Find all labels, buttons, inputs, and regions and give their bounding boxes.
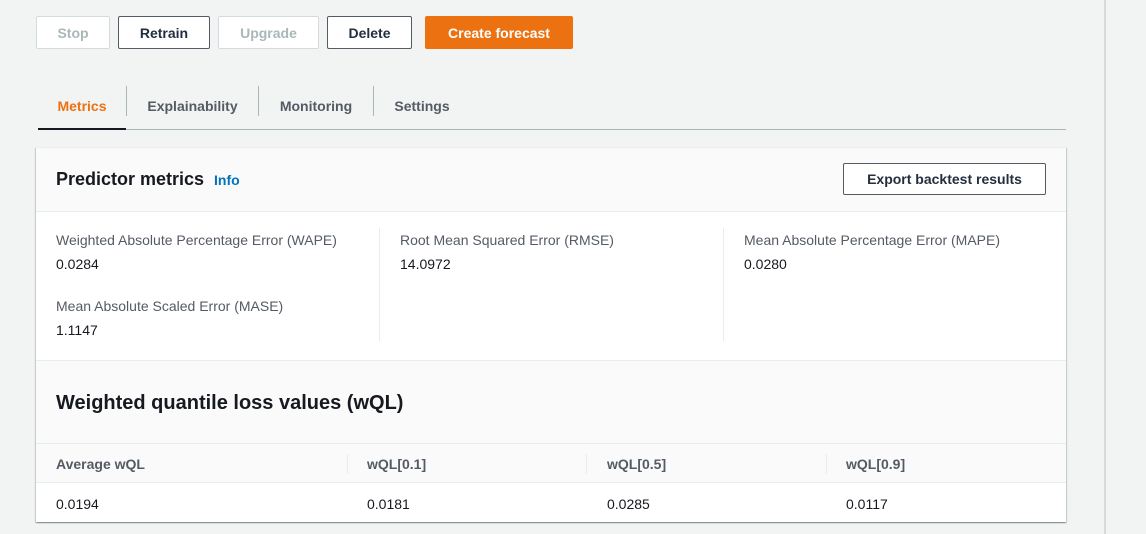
create-forecast-button[interactable]: Create forecast — [425, 16, 573, 49]
tab-monitoring[interactable]: Monitoring — [259, 82, 373, 129]
metric-column-divider — [723, 228, 724, 341]
stop-button[interactable]: Stop — [36, 16, 110, 49]
wql-section: Weighted quantile loss values (wQL) Aver… — [36, 360, 1066, 523]
rmse-label: Root Mean Squared Error (RMSE) — [400, 232, 614, 248]
column-divider — [586, 454, 587, 474]
column-divider — [347, 454, 348, 474]
wql-title: Weighted quantile loss values (wQL) — [56, 392, 404, 414]
mape-label: Mean Absolute Percentage Error (MAPE) — [744, 232, 1001, 248]
delete-button[interactable]: Delete — [327, 16, 412, 49]
tab-settings[interactable]: Settings — [374, 82, 470, 129]
wql-table-header: Average wQL wQL[0.1] wQL[0.5] wQL[0.9] — [36, 443, 1066, 483]
table-cell: 0.0181 — [367, 495, 410, 512]
mase-label: Mean Absolute Scaled Error (MASE) — [56, 298, 284, 314]
tab-metrics[interactable]: Metrics — [38, 82, 126, 130]
rmse-value: 14.0972 — [400, 256, 451, 272]
page-edge-divider — [1104, 0, 1106, 534]
mape-value: 0.0280 — [744, 256, 787, 272]
retrain-button[interactable]: Retrain — [118, 16, 210, 49]
predictor-tabs: Metrics Explainability Monitoring Settin… — [38, 82, 1066, 130]
wql-column-header: Average wQL — [56, 455, 145, 472]
panel-header: Predictor metrics Info Export backtest r… — [36, 148, 1066, 212]
metric-column-divider — [379, 228, 380, 341]
table-cell: 0.0117 — [846, 495, 888, 512]
panel-title: Predictor metrics — [56, 169, 205, 189]
wql-column-header: wQL[0.9] — [846, 455, 906, 472]
table-cell: 0.0285 — [607, 495, 650, 512]
info-link[interactable]: Info — [214, 172, 240, 188]
wape-value: 0.0284 — [56, 256, 99, 272]
wql-header: Weighted quantile loss values (wQL) — [36, 361, 1066, 443]
predictor-metrics-panel: Predictor metrics Info Export backtest r… — [36, 147, 1066, 522]
wql-column-header: wQL[0.5] — [607, 455, 667, 472]
wape-label: Weighted Absolute Percentage Error (WAPE… — [56, 232, 337, 248]
wql-column-header: wQL[0.1] — [367, 455, 427, 472]
column-divider — [826, 454, 827, 474]
export-backtest-results-button[interactable]: Export backtest results — [843, 163, 1046, 195]
table-cell: 0.0194 — [56, 495, 99, 512]
upgrade-button[interactable]: Upgrade — [218, 16, 319, 49]
tab-explainability[interactable]: Explainability — [127, 82, 258, 129]
mase-value: 1.1147 — [56, 322, 98, 338]
